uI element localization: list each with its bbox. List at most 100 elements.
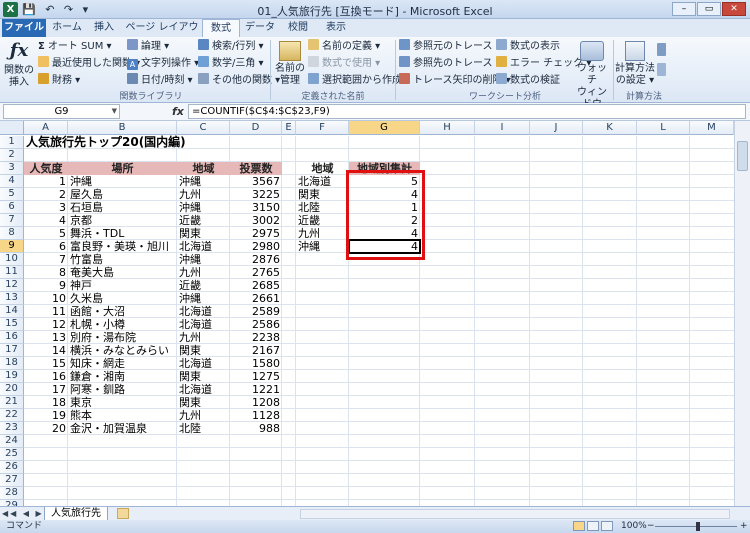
rank-cell[interactable]: 14 xyxy=(24,344,68,357)
rank-cell[interactable]: 16 xyxy=(24,370,68,383)
place-cell[interactable]: 奄美大島 xyxy=(68,266,116,279)
summary-region-cell[interactable]: 九州 xyxy=(296,227,322,240)
votes-cell[interactable]: 1275 xyxy=(230,370,282,383)
tab-data[interactable]: データ xyxy=(242,19,278,37)
tab-file[interactable]: ファイル xyxy=(2,19,46,37)
region-cell[interactable]: 九州 xyxy=(177,188,203,201)
place-cell[interactable]: 札幌・小樽 xyxy=(68,318,127,331)
calc-now-button[interactable] xyxy=(657,43,669,61)
place-cell[interactable]: 神戸 xyxy=(68,279,94,292)
column-header[interactable]: H xyxy=(420,121,475,135)
votes-cell[interactable]: 2586 xyxy=(230,318,282,331)
place-cell[interactable]: 沖縄 xyxy=(68,175,94,188)
summary-region-cell[interactable]: 北陸 xyxy=(296,201,322,214)
votes-cell[interactable]: 3002 xyxy=(230,214,282,227)
region-cell[interactable]: 関東 xyxy=(177,396,203,409)
rank-cell[interactable]: 18 xyxy=(24,396,68,409)
row-header[interactable]: 19 xyxy=(0,370,24,383)
votes-cell[interactable]: 3567 xyxy=(230,175,282,188)
logical-button[interactable]: 論理 ▾ xyxy=(127,39,169,55)
rank-cell[interactable]: 9 xyxy=(24,279,68,292)
insert-function-button[interactable]: ƒx 関数の 挿入 xyxy=(3,41,35,89)
header-rank[interactable]: 人気度 xyxy=(24,162,68,175)
rank-cell[interactable]: 12 xyxy=(24,318,68,331)
row-header[interactable]: 15 xyxy=(0,318,24,331)
votes-cell[interactable]: 2589 xyxy=(230,305,282,318)
summary-region-cell[interactable]: 関東 xyxy=(296,188,322,201)
remove-arrows-button[interactable]: トレース矢印の削除 ▾ xyxy=(399,73,511,89)
header-votes[interactable]: 投票数 xyxy=(230,162,282,175)
row-header[interactable]: 14 xyxy=(0,305,24,318)
header-region[interactable]: 地域 xyxy=(177,162,230,175)
column-header[interactable]: E xyxy=(282,121,296,135)
votes-cell[interactable]: 988 xyxy=(230,422,282,435)
rank-cell[interactable]: 20 xyxy=(24,422,68,435)
region-cell[interactable]: 九州 xyxy=(177,331,203,344)
row-header[interactable]: 7 xyxy=(0,214,24,227)
row-header[interactable]: 1 xyxy=(0,136,24,149)
tab-page-layout[interactable]: ページ レイアウト xyxy=(122,19,202,51)
name-manager-button[interactable]: 名前の 管理 xyxy=(274,41,306,87)
place-cell[interactable]: 富良野・美瑛・旭川 xyxy=(68,240,171,253)
chevron-down-icon[interactable]: ▼ xyxy=(112,105,117,118)
votes-cell[interactable]: 2980 xyxy=(230,240,282,253)
votes-cell[interactable]: 2238 xyxy=(230,331,282,344)
place-cell[interactable]: 阿寒・釧路 xyxy=(68,383,127,396)
column-header[interactable]: K xyxy=(583,121,637,135)
votes-cell[interactable]: 1221 xyxy=(230,383,282,396)
votes-cell[interactable]: 3225 xyxy=(230,188,282,201)
row-header[interactable]: 28 xyxy=(0,487,24,500)
region-cell[interactable]: 沖縄 xyxy=(177,253,203,266)
region-cell[interactable]: 北海道 xyxy=(177,357,214,370)
region-cell[interactable]: 北海道 xyxy=(177,383,214,396)
summary-region-cell[interactable]: 近畿 xyxy=(296,214,322,227)
normal-view-button[interactable] xyxy=(573,521,585,531)
place-cell[interactable]: 函館・大沼 xyxy=(68,305,127,318)
region-cell[interactable]: 近畿 xyxy=(177,214,203,227)
row-header[interactable]: 8 xyxy=(0,227,24,240)
zoom-out-button[interactable]: − xyxy=(647,520,655,533)
lookup-button[interactable]: 検索/行列 ▾ xyxy=(198,39,264,55)
summary-region-cell[interactable]: 沖縄 xyxy=(296,240,322,253)
vertical-scrollbar[interactable] xyxy=(734,121,750,506)
tab-view[interactable]: 表示 xyxy=(318,19,354,37)
name-box[interactable]: G9 ▼ xyxy=(3,104,120,119)
row-header[interactable]: 9 xyxy=(0,240,24,253)
place-cell[interactable]: 久米島 xyxy=(68,292,105,305)
column-header[interactable]: F xyxy=(296,121,349,135)
row-header[interactable]: 23 xyxy=(0,422,24,435)
tab-insert[interactable]: 挿入 xyxy=(88,19,120,37)
row-header[interactable]: 10 xyxy=(0,253,24,266)
row-header[interactable]: 24 xyxy=(0,435,24,448)
recent-functions-button[interactable]: 最近使用した関数 ▾ xyxy=(38,56,140,72)
votes-cell[interactable]: 2765 xyxy=(230,266,282,279)
region-cell[interactable]: 北海道 xyxy=(177,318,214,331)
region-cell[interactable]: 沖縄 xyxy=(177,175,203,188)
region-cell[interactable]: 沖縄 xyxy=(177,292,203,305)
column-header[interactable]: D xyxy=(230,121,282,135)
column-header[interactable]: B xyxy=(68,121,177,135)
zoom-slider-thumb[interactable] xyxy=(696,522,700,531)
votes-cell[interactable]: 2975 xyxy=(230,227,282,240)
zoom-in-button[interactable]: + xyxy=(740,520,748,533)
rank-cell[interactable]: 15 xyxy=(24,357,68,370)
calc-options-button[interactable]: 計算方法 の設定 ▾ xyxy=(615,41,655,87)
tab-review[interactable]: 校閲 xyxy=(280,19,316,37)
tab-formulas[interactable]: 数式 xyxy=(202,19,240,37)
text-button[interactable]: A 文字列操作 ▾ xyxy=(127,56,199,72)
formula-input[interactable]: =COUNTIF($C$4:$C$23,F9) xyxy=(188,104,746,119)
region-cell[interactable]: 関東 xyxy=(177,227,203,240)
row-header[interactable]: 20 xyxy=(0,383,24,396)
header-place[interactable]: 場所 xyxy=(68,162,177,175)
row-header[interactable]: 17 xyxy=(0,344,24,357)
row-header[interactable]: 25 xyxy=(0,448,24,461)
region-cell[interactable]: 関東 xyxy=(177,344,203,357)
select-all-button[interactable] xyxy=(0,121,24,135)
rank-cell[interactable]: 6 xyxy=(24,240,68,253)
row-header[interactable]: 16 xyxy=(0,331,24,344)
close-button[interactable]: ✕ xyxy=(722,2,746,16)
maximize-button[interactable]: ▭ xyxy=(697,2,721,16)
define-name-button[interactable]: 名前の定義 ▾ xyxy=(308,39,380,55)
horizontal-scrollbar[interactable] xyxy=(300,509,730,519)
evaluate-formula-button[interactable]: 数式の検証 xyxy=(496,73,560,89)
